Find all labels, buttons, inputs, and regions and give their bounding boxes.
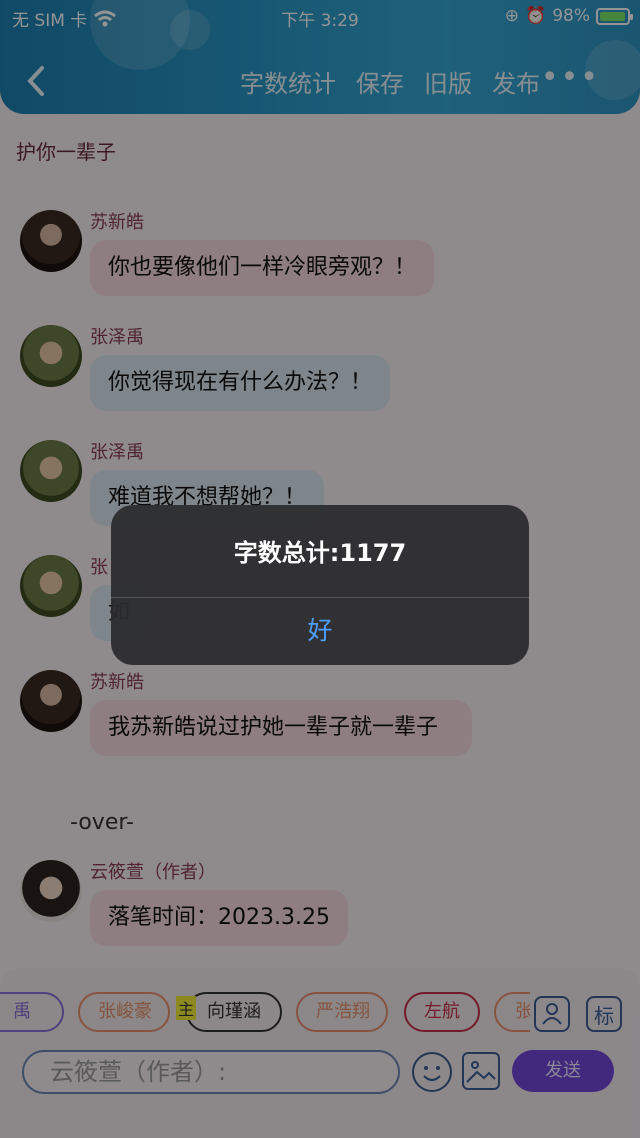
word-count-alert: 字数总计:1177 好 <box>111 505 529 665</box>
alert-ok-button[interactable]: 好 <box>111 597 529 665</box>
alert-title: 字数总计:1177 <box>233 539 407 567</box>
